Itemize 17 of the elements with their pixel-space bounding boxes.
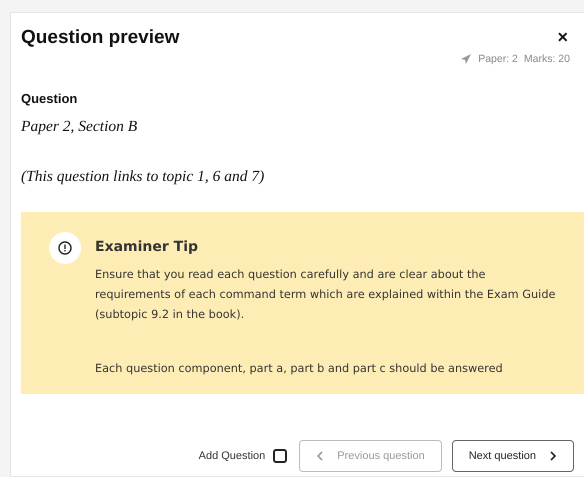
paper-label: Paper: 2	[478, 53, 518, 65]
question-heading: Question	[21, 91, 78, 106]
close-button[interactable]: ×	[555, 27, 570, 47]
chevron-right-icon	[548, 451, 557, 461]
next-question-button[interactable]: Next question	[452, 440, 574, 472]
chevron-left-icon	[316, 451, 326, 461]
add-question-toggle[interactable]: Add Question	[198, 449, 288, 463]
checkbox[interactable]	[273, 449, 288, 463]
dialog-title: Question preview	[21, 27, 180, 49]
tip-text: Ensure that you read each question carefully and are clear about the requirements of each command term which are explained within the Exam Guide (subtopic 9.2 in the book).	[95, 267, 556, 323]
tip-title: Examiner Tip	[95, 239, 200, 255]
paper-plane-icon	[460, 53, 472, 65]
question-text: Paper 2, Section B	[21, 118, 138, 136]
marks-label: Marks: 20	[524, 53, 570, 65]
info-icon	[49, 232, 81, 264]
question-text: (This question links to topic 1, 6 and 7)	[21, 168, 266, 186]
tip-text: Each question component, part a, part b and part c should be answered	[95, 361, 504, 377]
